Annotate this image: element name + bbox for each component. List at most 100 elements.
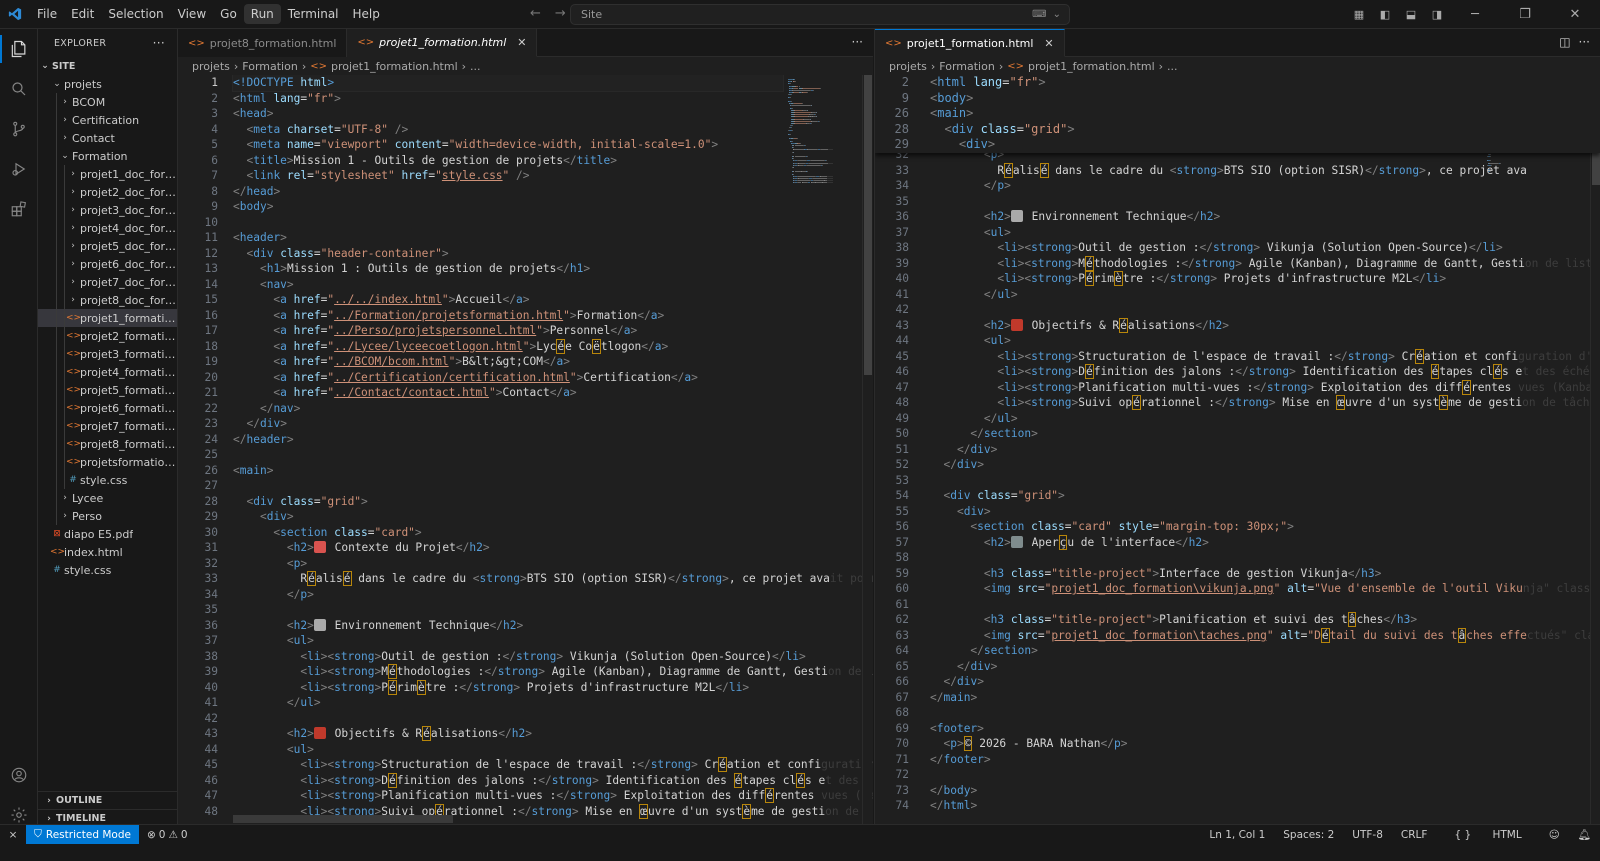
code-line: <h2> Environnement Technique</h2> [983, 210, 1221, 223]
breadcrumb-item[interactable]: ... [470, 60, 481, 73]
breadcrumb-item[interactable]: projet1_formation.html [331, 60, 458, 73]
more-actions-icon[interactable]: ··· [852, 35, 863, 49]
sticky-line[interactable]: 26 <main> [875, 106, 1600, 122]
tab-projet8-formation[interactable]: <> projet8_formation.html [178, 29, 348, 57]
problems-indicator[interactable]: ⊗ 0 ⚠ 0 [139, 829, 196, 841]
menu-help[interactable]: Help [346, 4, 387, 24]
tree-folder[interactable]: › Perso [38, 507, 177, 525]
tree-file[interactable]: <>projet8_formation.h... [38, 435, 177, 453]
close-window-icon[interactable]: ✕ [1552, 7, 1598, 23]
extensions-icon[interactable] [0, 189, 38, 229]
menu-selection[interactable]: Selection [101, 4, 170, 24]
forward-arrow-icon[interactable]: → [555, 6, 566, 21]
tree-folder[interactable]: ⌄ Formation [38, 147, 177, 165]
tree-file[interactable]: <> index.html [38, 543, 177, 561]
tree-file[interactable]: <>projet1_formation.h... [38, 309, 177, 327]
tree-folder[interactable]: › projet2_doc_format... [38, 183, 177, 201]
toggle-panel-icon[interactable]: ⬓ [1400, 7, 1422, 23]
restricted-mode-badge[interactable]: ⛉ Restricted Mode [26, 825, 139, 844]
sticky-scroll[interactable]: 2 <html lang="fr"> 9 <body> 26 <main> 28 <div … [875, 75, 1600, 153]
close-tab-icon[interactable]: ✕ [1044, 37, 1053, 50]
vertical-scrollbar[interactable] [1590, 75, 1600, 824]
tree-file[interactable]: <>projet4_formation.h... [38, 363, 177, 381]
restore-window-icon[interactable]: ❐ [1502, 7, 1548, 23]
code-content[interactable]: <p> Réalisé dans le cadre du <strong>BTS… [930, 147, 1600, 814]
tree-file[interactable]: <>projet5_formation.h... [38, 381, 177, 399]
breadcrumb-item[interactable]: projets [889, 60, 927, 73]
more-actions-icon[interactable]: ··· [153, 36, 165, 50]
tree-file[interactable]: <>projetsformation.ht... [38, 453, 177, 471]
minimize-window-icon[interactable]: ─ [1452, 7, 1498, 23]
tree-folder[interactable]: › projet3_doc_format... [38, 201, 177, 219]
tree-folder[interactable]: › projet6_doc_format... [38, 255, 177, 273]
tree-file[interactable]: <>projet2_formation.h... [38, 327, 177, 345]
minimap[interactable] [1487, 75, 1557, 824]
menu-edit[interactable]: Edit [64, 4, 101, 24]
menu-terminal[interactable]: Terminal [281, 4, 346, 24]
more-actions-icon[interactable]: ··· [1579, 35, 1590, 49]
tree-folder[interactable]: › Contact [38, 129, 177, 147]
code-content[interactable]: <!DOCTYPE html> <html lang="fr"> <head> <m… [232, 75, 873, 819]
breadcrumb-item[interactable]: projet1_formation.html [1028, 60, 1155, 73]
tree-folder[interactable]: › projet8_doc_format... [38, 291, 177, 309]
breadcrumb-item[interactable]: projets [192, 60, 230, 73]
run-debug-icon[interactable] [0, 149, 38, 189]
breadcrumb-item[interactable]: ... [1167, 60, 1178, 73]
menu-go[interactable]: Go [213, 4, 244, 24]
minimap[interactable] [788, 75, 858, 824]
split-editor-icon[interactable]: ◫ [1559, 35, 1570, 49]
outline-section[interactable]: › OUTLINE [38, 791, 177, 809]
close-tab-icon[interactable]: ✕ [517, 36, 526, 49]
tree-folder[interactable]: › projet1_doc_format... [38, 165, 177, 183]
source-control-icon[interactable] [0, 109, 38, 149]
tree-file[interactable]: # style.css [38, 561, 177, 579]
menu-run[interactable]: Run [243, 4, 281, 24]
tree-folder[interactable]: › BCOM [38, 93, 177, 111]
tree-folder[interactable]: › Lycee [38, 489, 177, 507]
workspace-root[interactable]: ⌄ SITE [38, 57, 177, 75]
sticky-line[interactable]: 2 <html lang="fr"> [875, 75, 1600, 91]
remote-indicator-icon[interactable]: ⨯ [0, 825, 26, 844]
toggle-secondary-sidebar-icon[interactable]: ◨ [1426, 7, 1448, 23]
tree-folder[interactable]: › projet5_doc_format... [38, 237, 177, 255]
explorer-icon[interactable] [0, 29, 38, 69]
breadcrumb-item[interactable]: Formation [939, 60, 995, 73]
tree-folder[interactable]: › projet4_doc_format... [38, 219, 177, 237]
tree-file[interactable]: <>projet7_formation.h... [38, 417, 177, 435]
code-editor[interactable]: 1 2 3 4 5 6 7 8 9 10 11 12 13 14 15 16 17 18 19 20 21 22 23 24 2… [178, 75, 873, 824]
indentation[interactable]: Spaces: 2 [1274, 829, 1343, 841]
sticky-line[interactable]: 28 <div class="grid"> [875, 122, 1600, 138]
copilot-chat-icon[interactable]: ⌨ [1032, 9, 1046, 20]
copilot-icon[interactable]: ☺ [1540, 829, 1569, 841]
toggle-primary-sidebar-icon[interactable]: ◧ [1374, 7, 1396, 23]
vertical-scrollbar[interactable] [862, 75, 872, 824]
horizontal-scrollbar[interactable] [233, 815, 453, 823]
tree-file[interactable]: <>projet6_formation.h... [38, 399, 177, 417]
language-mode[interactable]: { } HTML [1436, 829, 1539, 841]
code-editor[interactable]: 32 33 34 35 36 37 38 39 40 41 42 43 44 45 46 47 48 49 50 51… [875, 75, 1600, 824]
tree-folder[interactable]: › Certification [38, 111, 177, 129]
breadcrumb-item[interactable]: Formation [242, 60, 298, 73]
tree-file[interactable]: ⊠ diapo E5.pdf [38, 525, 177, 543]
tree-file[interactable]: <>projet3_formation.h... [38, 345, 177, 363]
sticky-line[interactable]: 29 <div> [875, 137, 1600, 153]
tree-folder[interactable]: › projet7_doc_format... [38, 273, 177, 291]
tree-folder[interactable]: ⌄ projets [38, 75, 177, 93]
end-of-line[interactable]: CRLF [1392, 829, 1437, 841]
tab-projet1-formation-right[interactable]: <> projet1_formation.html ✕ [875, 29, 1065, 57]
scrollbar-thumb[interactable] [864, 75, 872, 375]
tree-file[interactable]: # style.css [38, 471, 177, 489]
tab-projet1-formation[interactable]: <> projet1_formation.html ✕ [347, 29, 538, 57]
sticky-line[interactable]: 9 <body> [875, 91, 1600, 107]
menu-view[interactable]: View [171, 4, 213, 24]
accounts-icon[interactable] [0, 755, 38, 795]
layout-customize-icon[interactable]: ▦ [1348, 7, 1370, 23]
notifications-bell-icon[interactable]: 🔔︎ [1569, 828, 1600, 841]
search-icon[interactable] [0, 69, 38, 109]
cursor-position[interactable]: Ln 1, Col 1 [1200, 829, 1274, 841]
encoding[interactable]: UTF-8 [1343, 829, 1392, 841]
command-center-search[interactable]: Site ⌨ ⌄ [570, 4, 1070, 25]
chevron-down-icon[interactable]: ⌄ [1053, 9, 1061, 20]
menu-file[interactable]: File [30, 4, 64, 24]
back-arrow-icon[interactable]: ← [530, 6, 541, 21]
